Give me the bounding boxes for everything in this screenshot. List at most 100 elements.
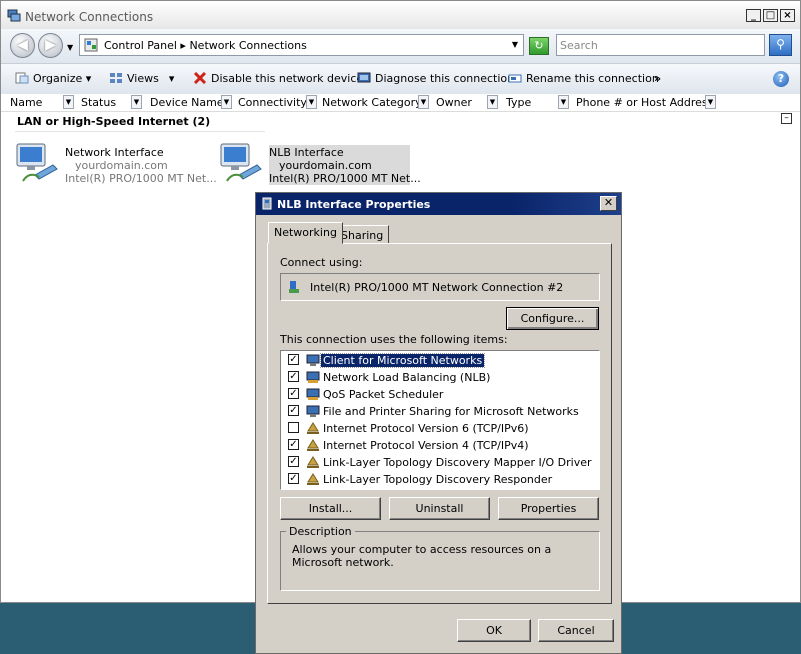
column-status-dropdown-icon[interactable]: ▼ [131,95,142,109]
item-checkbox[interactable]: ✓ [288,388,299,399]
protocol-icon [307,422,319,434]
column-network-category[interactable]: Network Category [322,96,422,109]
list-item[interactable]: ✓ QoS Packet Scheduler [281,386,599,403]
search-icon[interactable]: ⚲ [769,34,792,56]
views-button[interactable]: Views ▾ [109,72,174,85]
properties-button[interactable]: Properties [498,497,599,520]
connection-domain: yourdomain.com [279,159,372,172]
network-adapter-icon [220,143,262,182]
diagnose-button[interactable]: Diagnose this connection [357,72,514,85]
item-label: Link-Layer Topology Discovery Responder [323,473,553,486]
group-header[interactable]: LAN or High-Speed Internet (2) [17,115,210,128]
connection-item-selected[interactable]: NLB Interface yourdomain.com Intel(R) PR… [219,141,421,189]
column-name[interactable]: Name [10,96,42,109]
column-type-dropdown-icon[interactable]: ▼ [558,95,569,109]
adapter-field: Intel(R) PRO/1000 MT Network Connection … [280,273,600,301]
recent-pages-chevron-icon[interactable]: ▼ [67,43,73,52]
minimize-button[interactable]: _ [746,9,761,22]
connection-device: Intel(R) PRO/1000 MT Net... [65,172,217,185]
list-item[interactable]: ✓ Client for Microsoft Networks [281,352,599,369]
list-item[interactable]: ✓ Link-Layer Topology Discovery Responde… [281,471,599,488]
group-divider [15,131,265,132]
network-adapter-icon [16,143,58,182]
dialog-close-button[interactable]: ✕ [600,196,617,211]
item-checkbox[interactable] [288,422,299,433]
collapse-group-icon[interactable]: – [781,113,792,124]
organize-label: Organize [33,72,83,85]
search-input[interactable]: Search [556,34,765,56]
column-headers: Name ▼ Status ▼ Device Name ▼ Connectivi… [1,94,800,112]
list-item[interactable]: ✓ File and Printer Sharing for Microsoft… [281,403,599,420]
item-checkbox[interactable]: ✓ [288,354,299,365]
configure-button[interactable]: Configure... [506,307,599,330]
column-owner-dropdown-icon[interactable]: ▼ [487,95,498,109]
connection-name: NLB Interface [269,146,344,159]
uninstall-button[interactable]: Uninstall [389,497,490,520]
column-connectivity-dropdown-icon[interactable]: ▼ [306,95,317,109]
column-name-dropdown-icon[interactable]: ▼ [63,95,74,109]
column-phone-host[interactable]: Phone # or Host Address [576,96,713,109]
breadcrumb[interactable]: Control Panel ▸ Network Connections [104,39,307,52]
column-device-name[interactable]: Device Name [150,96,224,109]
tab-sharing[interactable]: Sharing [335,225,390,244]
item-checkbox[interactable]: ✓ [288,456,299,467]
item-checkbox[interactable]: ✓ [288,473,299,484]
description-label: Description [286,525,355,538]
qos-icon [306,388,320,400]
title-bar: Network Connections _ □ × [1,1,800,30]
maximize-button[interactable]: □ [763,9,778,22]
help-icon[interactable]: ? [773,71,789,87]
more-commands-button[interactable]: » [654,72,661,85]
rename-label: Rename this connection [526,72,659,85]
refresh-icon[interactable]: ↻ [529,37,549,55]
column-owner[interactable]: Owner [436,96,472,109]
connection-item[interactable]: Network Interface yourdomain.com Intel(R… [15,141,217,189]
column-connectivity[interactable]: Connectivity [238,96,307,109]
address-bar-row: ◀ ▶ ▼ Control Panel ▸ Network Connection… [1,29,800,63]
forward-arrow-icon[interactable]: ▶ [38,33,63,58]
install-button[interactable]: Install... [280,497,381,520]
organize-icon [15,72,29,84]
organize-button[interactable]: Organize ▾ [15,72,91,85]
list-item[interactable]: ✓ Link-Layer Topology Discovery Mapper I… [281,454,599,471]
components-list[interactable]: ✓ Client for Microsoft Networks ✓ Networ… [280,350,600,490]
cancel-button[interactable]: Cancel [538,619,614,642]
column-status[interactable]: Status [81,96,116,109]
back-arrow-icon[interactable]: ◀ [10,33,35,58]
item-checkbox[interactable]: ✓ [288,371,299,382]
item-checkbox[interactable]: ✓ [288,405,299,416]
column-phone-host-dropdown-icon[interactable]: ▼ [705,95,716,109]
properties-dialog: NLB Interface Properties ✕ Networking Sh… [255,192,622,654]
connect-using-label: Connect using: [280,256,363,269]
address-dropdown-icon[interactable]: ▼ [512,40,518,49]
list-item[interactable]: Internet Protocol Version 6 (TCP/IPv6) [281,420,599,437]
list-item[interactable]: ✓ Internet Protocol Version 4 (TCP/IPv4) [281,437,599,454]
connection-name: Network Interface [65,146,164,159]
red-x-icon [193,72,207,84]
window-title: Network Connections [25,10,154,24]
nlb-icon [306,371,320,383]
dialog-title-bar: NLB Interface Properties ✕ [256,193,621,215]
file-printer-sharing-icon [306,405,320,417]
disable-device-label: Disable this network device [211,72,364,85]
close-button[interactable]: × [780,9,795,22]
disable-device-button[interactable]: Disable this network device [193,72,363,85]
column-network-category-dropdown-icon[interactable]: ▼ [418,95,429,109]
adapter-name: Intel(R) PRO/1000 MT Network Connection … [310,281,564,294]
address-field[interactable]: Control Panel ▸ Network Connections ▼ [79,34,524,56]
client-network-icon [306,354,320,366]
views-label: Views [127,72,159,85]
tab-networking[interactable]: Networking [268,222,343,244]
connection-device: Intel(R) PRO/1000 MT Net... [269,172,421,185]
protocol-icon [307,456,319,468]
description-text: Allows your computer to access resources… [292,543,552,569]
list-item[interactable]: ✓ Network Load Balancing (NLB) [281,369,599,386]
item-label: QoS Packet Scheduler [323,388,444,401]
connection-domain: yourdomain.com [75,159,168,172]
column-device-name-dropdown-icon[interactable]: ▼ [221,95,232,109]
column-type[interactable]: Type [506,96,531,109]
item-label: Internet Protocol Version 4 (TCP/IPv4) [323,439,529,452]
ok-button[interactable]: OK [457,619,531,642]
rename-button[interactable]: Rename this connection [508,72,659,85]
item-checkbox[interactable]: ✓ [288,439,299,450]
